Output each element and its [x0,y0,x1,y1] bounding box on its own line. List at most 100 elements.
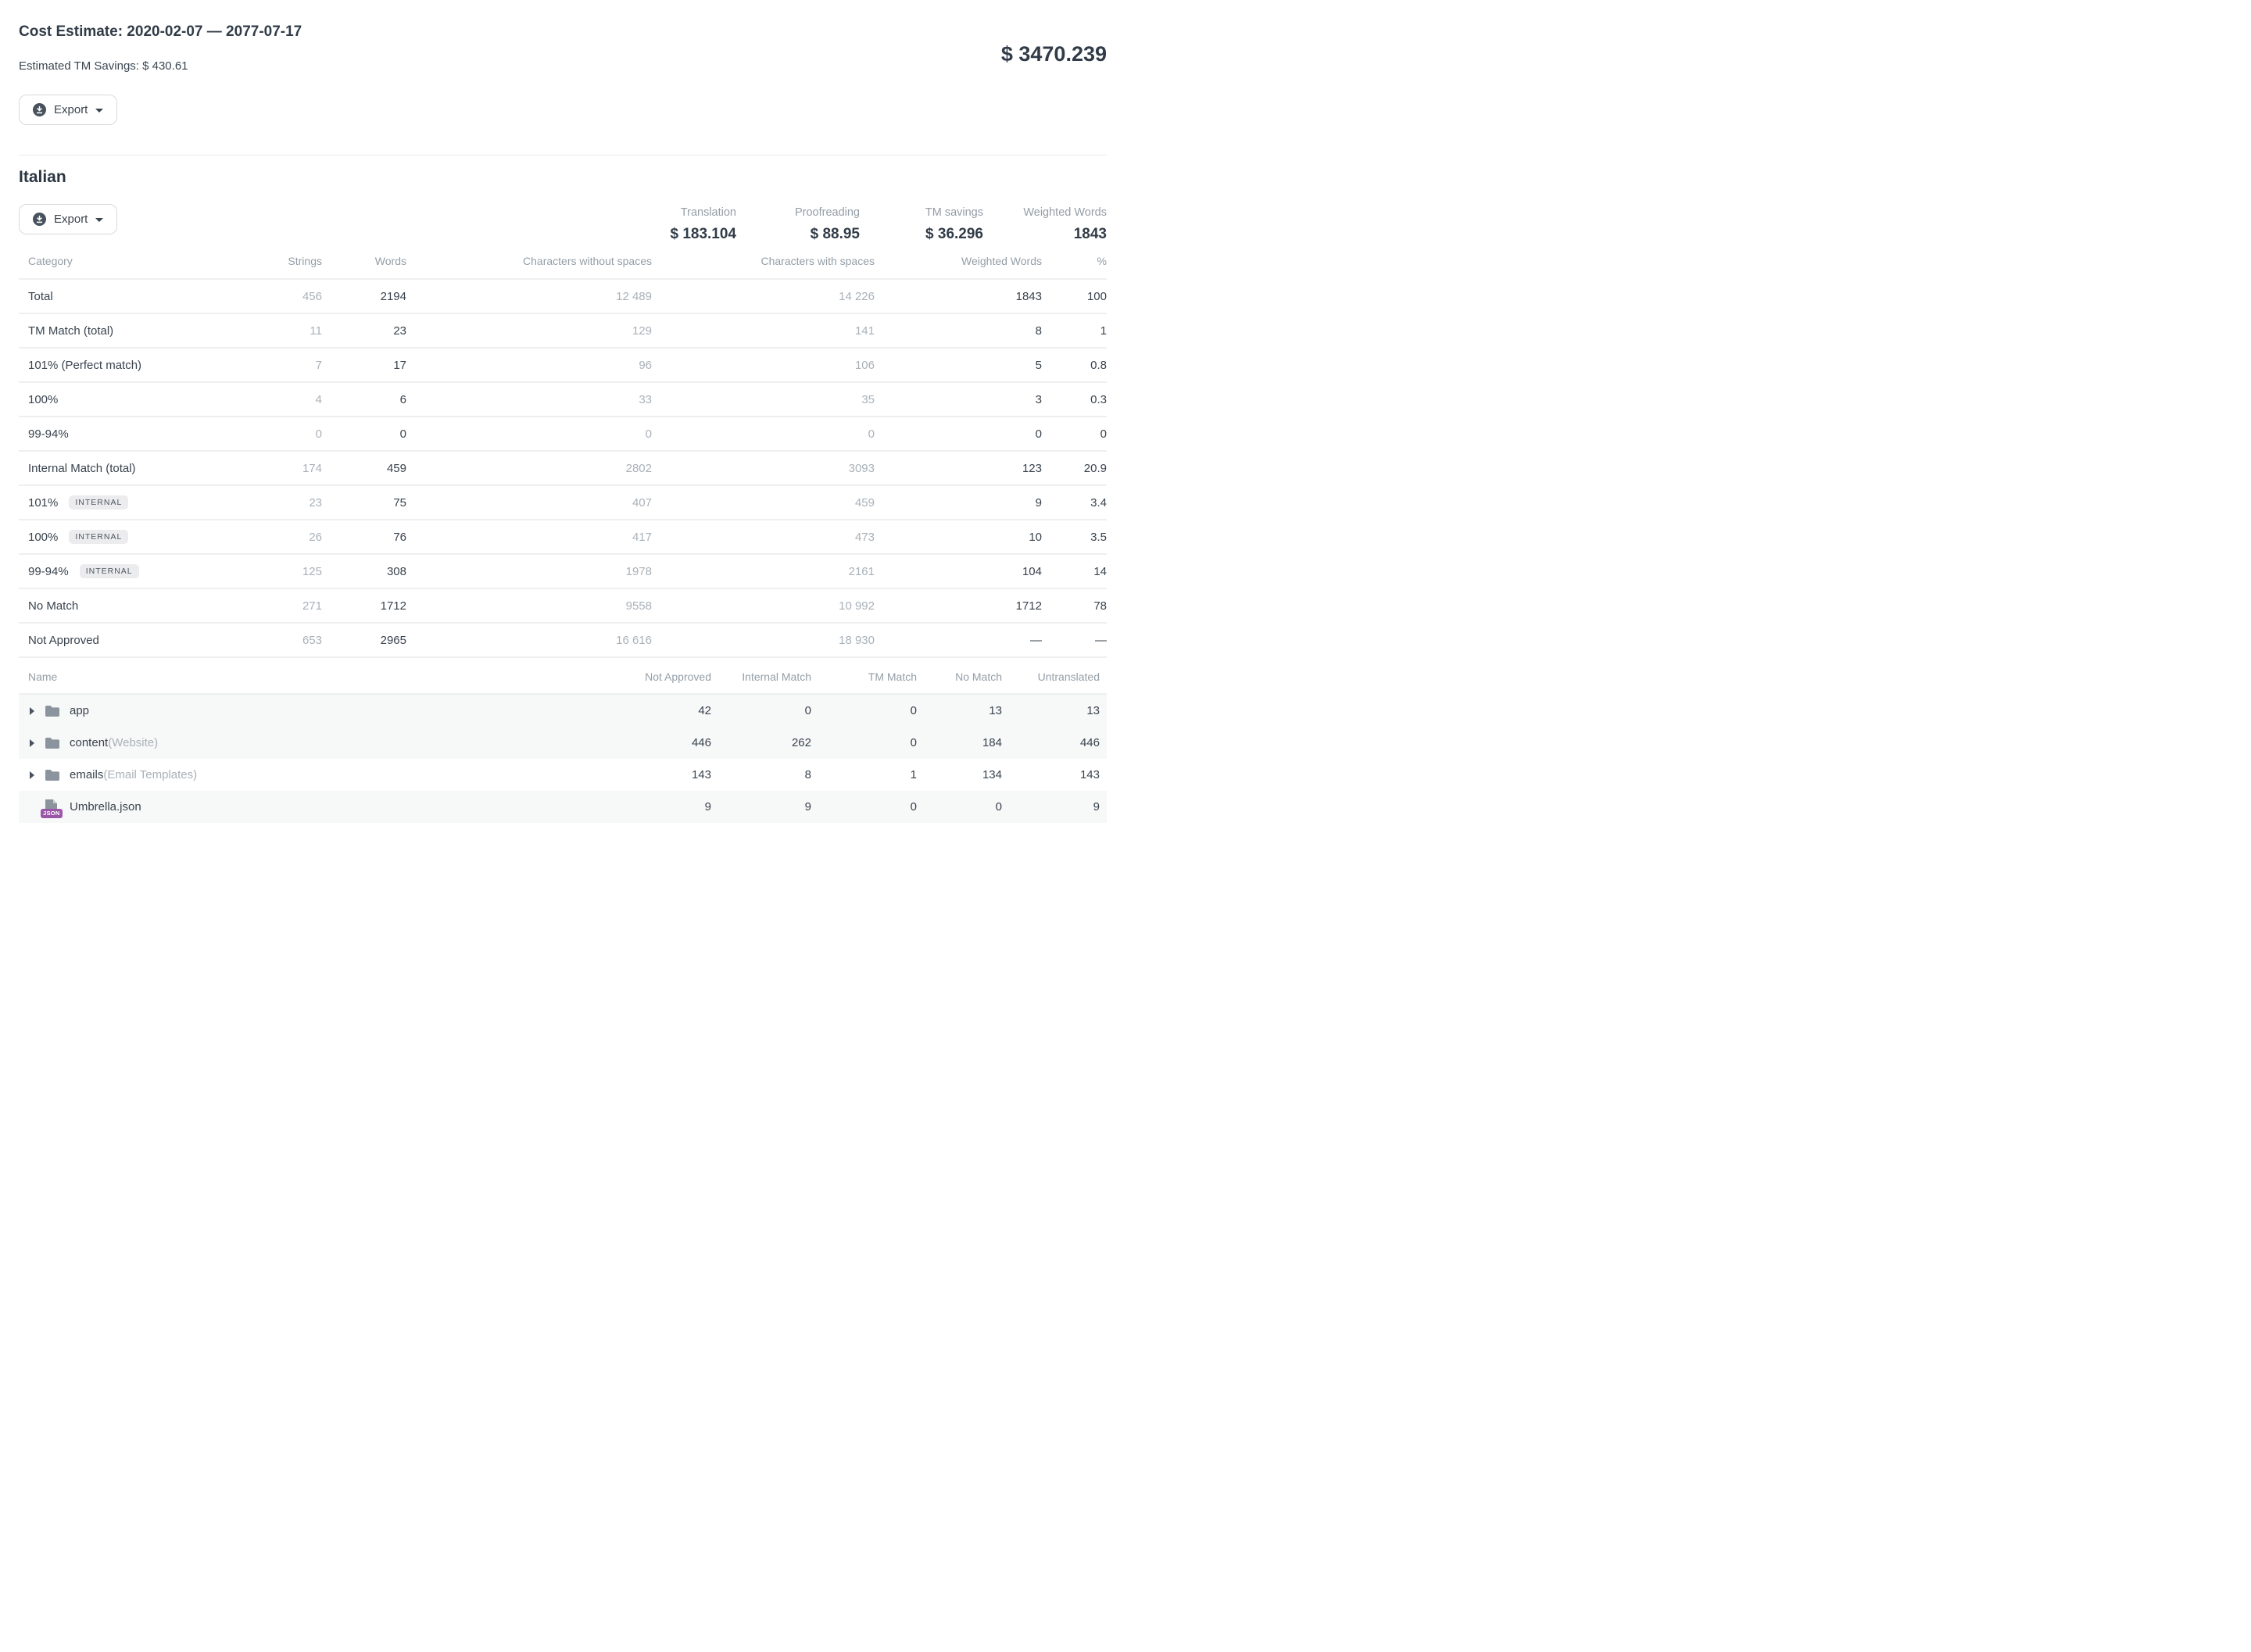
no-match-cell: 13 [917,704,1002,717]
chars-with-spaces-cell: 106 [652,359,875,372]
chars-without-spaces-cell: 417 [406,531,652,544]
json-file-icon: JSON [45,799,60,816]
category-cell: Total [19,290,238,303]
percent-cell: 0.3 [1042,393,1107,406]
table-row: 101% (Perfect match)7179610650.8 [19,349,1107,383]
percent-cell: 14 [1042,565,1107,578]
export-button[interactable]: Export [19,95,117,125]
category-label: 100% [28,393,58,406]
untranslated-cell: 9 [1002,800,1100,813]
weighted-words-cell: 1712 [875,599,1042,613]
column-header: Characters with spaces [652,255,875,267]
stat-value: $ 183.104 [635,226,736,243]
percent-cell: 0.8 [1042,359,1107,372]
chars-with-spaces-cell: 2161 [652,565,875,578]
caret-down-icon [95,109,103,113]
words-cell: 23 [322,324,406,338]
strings-cell: 23 [238,496,322,510]
stat-label: TM savings [882,206,983,219]
expand-caret-icon[interactable] [30,771,34,779]
cost-estimate-page: Cost Estimate: 2020-02-07 — 2077-07-17 $… [0,0,1126,826]
chars-without-spaces-cell: 1978 [406,565,652,578]
cost-table: CategoryStringsWordsCharacters without s… [19,245,1107,658]
table-row: Not Approved653296516 61618 930—— [19,624,1107,658]
column-header: Untranslated [1002,670,1100,683]
stat-value: $ 88.95 [758,226,860,243]
category-label: 101% (Perfect match) [28,359,141,372]
strings-cell: 174 [238,462,322,475]
strings-cell: 271 [238,599,322,613]
untranslated-cell: 143 [1002,768,1100,781]
percent-cell: 3.5 [1042,531,1107,544]
weighted-words-cell: — [875,634,1042,647]
category-label: Internal Match (total) [28,462,136,475]
weighted-words-cell: 104 [875,565,1042,578]
language-export-button[interactable]: Export [19,204,117,234]
stat-translation: Translation$ 183.104 [635,206,736,243]
words-cell: 1712 [322,599,406,613]
chars-with-spaces-cell: 141 [652,324,875,338]
words-cell: 76 [322,531,406,544]
category-label: No Match [28,599,78,613]
category-label: 99-94% [28,427,69,441]
tm-match-cell: 0 [811,704,917,717]
chars-without-spaces-cell: 16 616 [406,634,652,647]
chars-with-spaces-cell: 473 [652,531,875,544]
expand-caret-icon[interactable] [30,707,34,715]
stat-label: Proofreading [758,206,860,219]
untranslated-cell: 13 [1002,704,1100,717]
percent-cell: 0 [1042,427,1107,441]
expand-caret-icon[interactable] [30,739,34,747]
category-label: 101% [28,496,58,510]
chars-with-spaces-cell: 14 226 [652,290,875,303]
file-row[interactable]: emails(Email Templates)14381134143 [19,759,1107,791]
column-header: TM Match [811,670,917,683]
not-approved-cell: 42 [566,704,711,717]
not-approved-cell: 446 [566,736,711,749]
download-icon [33,103,46,116]
internal-match-cell: 9 [711,800,811,813]
words-cell: 75 [322,496,406,510]
json-format-badge: JSON [41,809,63,818]
category-cell: 100%INTERNAL [19,530,238,545]
stat-proofreading: Proofreading $ 88.95 [758,206,860,243]
words-cell: 459 [322,462,406,475]
words-cell: 6 [322,393,406,406]
file-row[interactable]: app42001313 [19,695,1107,727]
weighted-words-cell: 123 [875,462,1042,475]
table-row: 100%INTERNAL2676417473103.5 [19,520,1107,555]
percent-cell: — [1042,634,1107,647]
chars-without-spaces-cell: 129 [406,324,652,338]
file-row[interactable]: content(Website)4462620184446 [19,727,1107,759]
page-title: Cost Estimate: 2020-02-07 — 2077-07-17 [19,23,1107,41]
column-header: Name [19,670,566,683]
weighted-words-cell: 0 [875,427,1042,441]
category-cell: 101% (Perfect match) [19,359,238,372]
category-cell: TM Match (total) [19,324,238,338]
column-header: Category [19,255,238,267]
category-cell: 100% [19,393,238,406]
internal-match-cell: 262 [711,736,811,749]
file-annotation: (Email Templates) [103,768,197,781]
file-annotation: (Website) [108,736,158,749]
table-row: Total456219412 48914 2261843100 [19,280,1107,314]
tm-savings-subtitle: Estimated TM Savings: $ 430.61 [19,59,1107,73]
language-stats: Translation$ 183.104 Proofreading $ 88.95 T… [635,206,1107,243]
file-name-cell: emails(Email Templates) [19,767,566,784]
not-approved-cell: 143 [566,768,711,781]
tm-match-cell: 1 [811,768,917,781]
caret-down-icon [95,218,103,222]
section-divider [19,155,1107,156]
weighted-words-cell: 1843 [875,290,1042,303]
chars-with-spaces-cell: 459 [652,496,875,510]
file-row[interactable]: JSONUmbrella.json99009 [19,791,1107,823]
total-price: $ 3470.239 [1001,42,1107,66]
chars-without-spaces-cell: 96 [406,359,652,372]
column-header: No Match [917,670,1002,683]
words-cell: 308 [322,565,406,578]
strings-cell: 456 [238,290,322,303]
chars-without-spaces-cell: 407 [406,496,652,510]
chars-with-spaces-cell: 3093 [652,462,875,475]
category-label: Not Approved [28,634,99,647]
category-label: 99-94% [28,565,69,578]
